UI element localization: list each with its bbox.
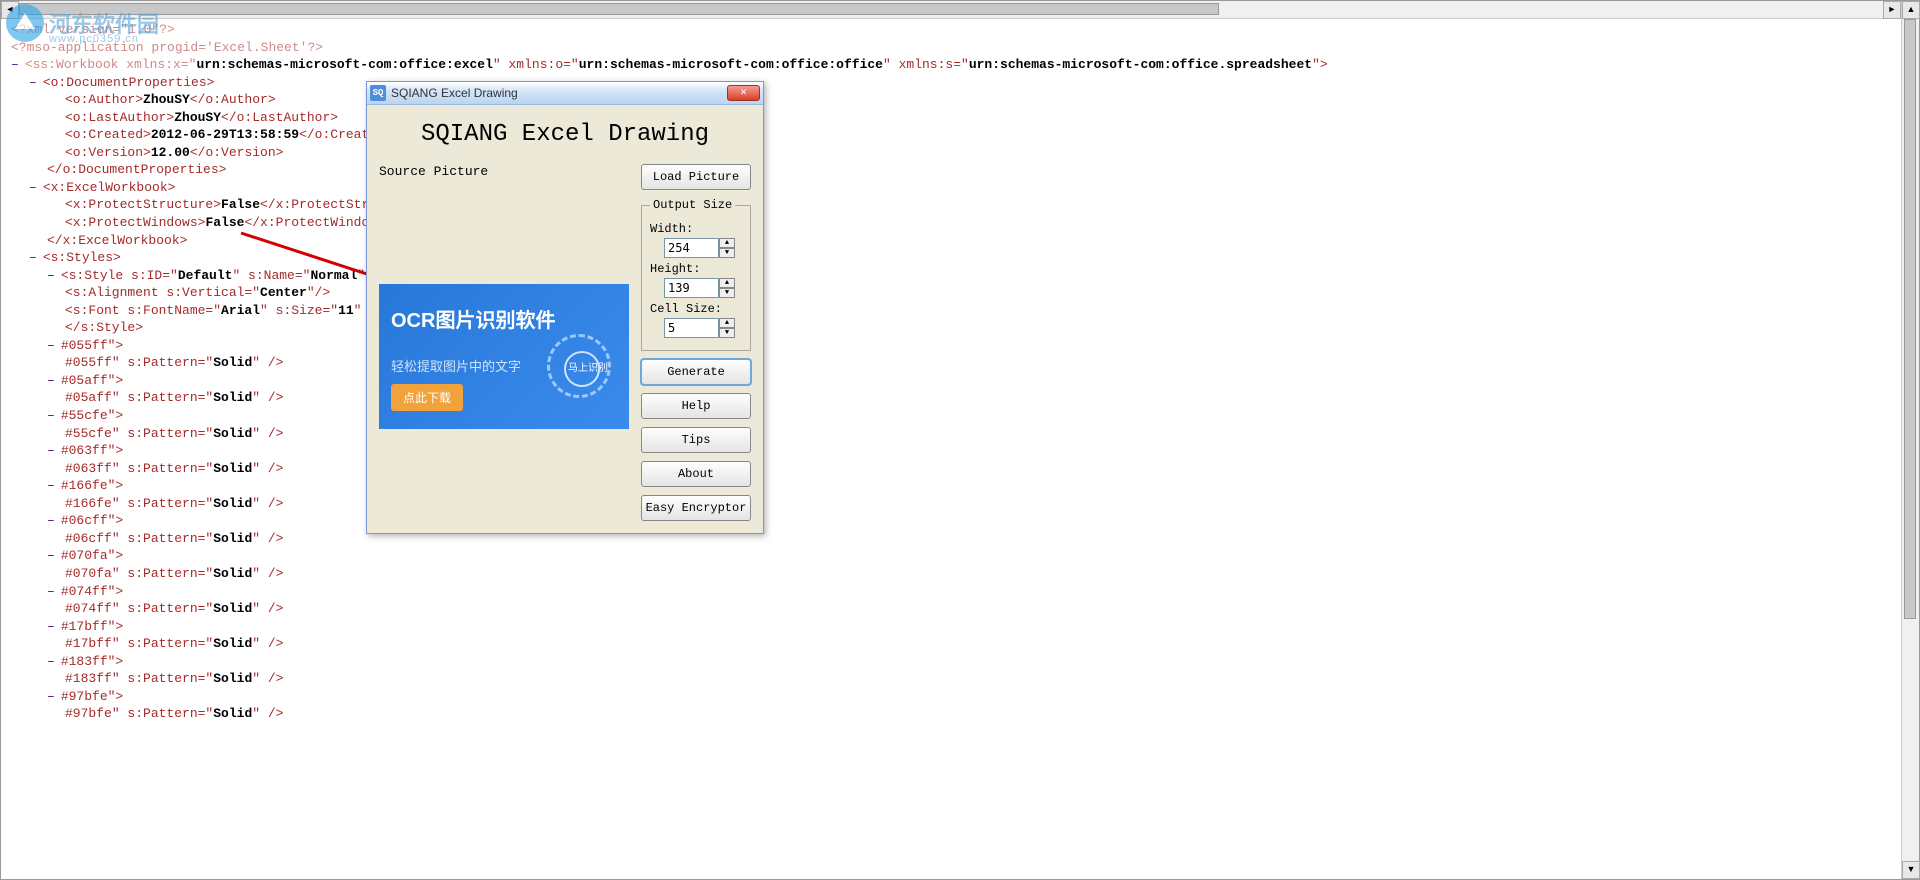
xml-source-view: <?xml version="1.0"?> <?mso-application … xyxy=(11,21,1899,869)
close-icon[interactable]: ✕ xyxy=(727,85,760,101)
preview-image: OCR图片识别软件 轻松提取图片中的文字 点此下载 马上识别 xyxy=(379,284,629,429)
preview-subtitle: 轻松提取图片中的文字 xyxy=(391,356,521,375)
preview-download-button: 点此下载 xyxy=(391,384,463,411)
watermark-logo: 河东软件园 www.pc0359.cn xyxy=(1,1,181,51)
source-picture-label: Source Picture xyxy=(379,164,629,179)
spin-up-icon[interactable]: ▲ xyxy=(719,318,735,328)
scroll-track[interactable] xyxy=(1902,19,1919,861)
scroll-track[interactable] xyxy=(19,1,1883,18)
doc-properties: <o:DocumentProperties> xyxy=(43,75,215,90)
width-label: Width: xyxy=(650,222,742,236)
generate-button[interactable]: Generate xyxy=(641,359,751,385)
spin-up-icon[interactable]: ▲ xyxy=(719,238,735,248)
window-title: SQIANG Excel Drawing xyxy=(391,86,727,100)
vertical-scrollbar[interactable]: ▲ ▼ xyxy=(1901,1,1919,879)
styles: <s:Styles> xyxy=(43,250,121,265)
width-input[interactable] xyxy=(664,238,719,258)
scroll-right-icon[interactable]: ► xyxy=(1883,1,1901,19)
easy-encryptor-button[interactable]: Easy Encryptor xyxy=(641,495,751,521)
height-label: Height: xyxy=(650,262,742,276)
cell-size-label: Cell Size: xyxy=(650,302,742,316)
scroll-up-icon[interactable]: ▲ xyxy=(1902,1,1920,19)
scroll-thumb[interactable] xyxy=(19,3,1219,15)
spin-down-icon[interactable]: ▼ xyxy=(719,328,735,338)
preview-title: OCR图片识别软件 xyxy=(391,304,555,333)
height-input[interactable] xyxy=(664,278,719,298)
scroll-thumb[interactable] xyxy=(1904,19,1916,619)
spin-up-icon[interactable]: ▲ xyxy=(719,278,735,288)
cell-size-input[interactable] xyxy=(664,318,719,338)
horizontal-scrollbar[interactable]: ◄ ► xyxy=(1,1,1901,19)
scroll-down-icon[interactable]: ▼ xyxy=(1902,861,1920,879)
spin-down-icon[interactable]: ▼ xyxy=(719,288,735,298)
help-button[interactable]: Help xyxy=(641,393,751,419)
watermark-url: www.pc0359.cn xyxy=(49,33,139,45)
app-window: SQ SQIANG Excel Drawing ✕ SQIANG Excel D… xyxy=(366,81,764,534)
about-button[interactable]: About xyxy=(641,461,751,487)
ring-icon: 马上识别 xyxy=(547,334,611,398)
load-picture-button[interactable]: Load Picture xyxy=(641,164,751,190)
titlebar[interactable]: SQ SQIANG Excel Drawing ✕ xyxy=(367,82,763,105)
excel-workbook: <x:ExcelWorkbook> xyxy=(43,180,176,195)
output-size-legend: Output Size xyxy=(650,198,735,212)
app-heading: SQIANG Excel Drawing xyxy=(385,121,745,148)
output-size-group: Output Size Width: ▲▼ Height: ▲▼ Cell Si… xyxy=(641,198,751,351)
spin-down-icon[interactable]: ▼ xyxy=(719,248,735,258)
tips-button[interactable]: Tips xyxy=(641,427,751,453)
app-icon: SQ xyxy=(370,85,386,101)
